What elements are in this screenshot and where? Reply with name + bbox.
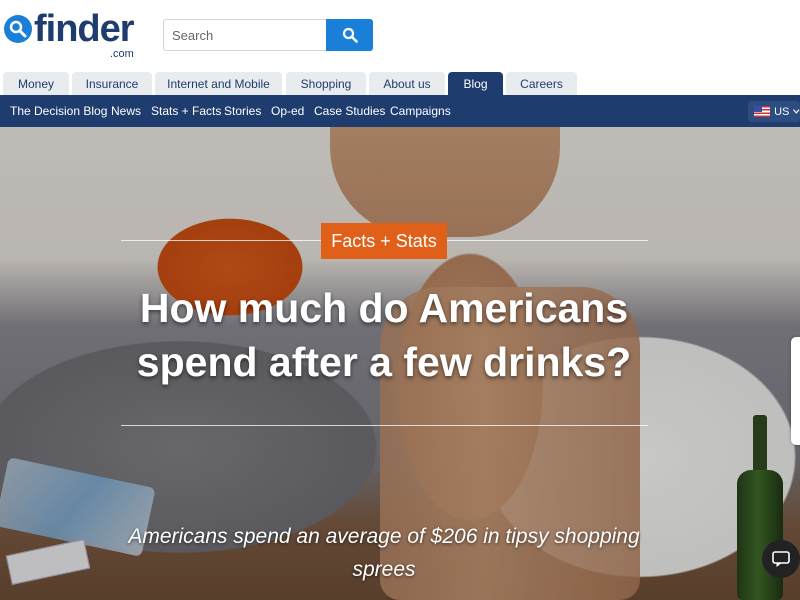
chevron-down-icon (793, 109, 800, 114)
finder-logo[interactable]: finder .com (2, 8, 142, 62)
category-badge[interactable]: Facts + Stats (321, 223, 447, 259)
tab-internet-and-mobile[interactable]: Internet and Mobile (155, 72, 282, 95)
subnav-case-studies[interactable]: Case Studies (314, 95, 385, 127)
hero-rule-bottom (121, 425, 648, 426)
subnav-stories[interactable]: Stories (224, 95, 261, 127)
locale-selector[interactable]: US (748, 101, 800, 122)
main-tabs: Money Insurance Internet and Mobile Shop… (0, 72, 800, 95)
tab-insurance[interactable]: Insurance (72, 72, 152, 95)
subnav-news[interactable]: News (111, 95, 141, 127)
subnav-op-ed[interactable]: Op-ed (271, 95, 304, 127)
logo-domain: .com (110, 48, 134, 60)
subnav-campaigns[interactable]: Campaigns (390, 95, 451, 127)
subnav-stats-facts[interactable]: Stats + Facts (151, 95, 221, 127)
logo-wordmark: finder (34, 8, 135, 50)
tab-careers[interactable]: Careers (506, 72, 577, 95)
subnav-decision-blog[interactable]: The Decision Blog (10, 95, 107, 127)
hero-banner[interactable]: Facts + Stats How much do Americans spen… (0, 127, 800, 600)
article-headline: How much do Americans spend after a few … (136, 285, 632, 385)
chat-icon (772, 551, 790, 567)
tab-shopping[interactable]: Shopping (286, 72, 366, 95)
search-input[interactable] (163, 19, 328, 51)
article-subheadline: Americans spend an average of $206 in ti… (128, 525, 640, 581)
search-button[interactable] (326, 19, 373, 51)
locale-label: US (774, 105, 790, 118)
side-widget-tab[interactable] (791, 337, 800, 445)
tab-about-us[interactable]: About us (369, 72, 445, 95)
search-icon (342, 27, 358, 43)
tab-money[interactable]: Money (3, 72, 69, 95)
chat-button[interactable] (762, 540, 800, 578)
magnifier-logo-icon (4, 15, 32, 43)
tab-blog[interactable]: Blog (448, 72, 503, 95)
blog-subnav: The Decision Blog News Stats + Facts Sto… (0, 95, 800, 127)
site-header: finder .com (0, 0, 800, 72)
us-flag-icon (754, 106, 771, 117)
